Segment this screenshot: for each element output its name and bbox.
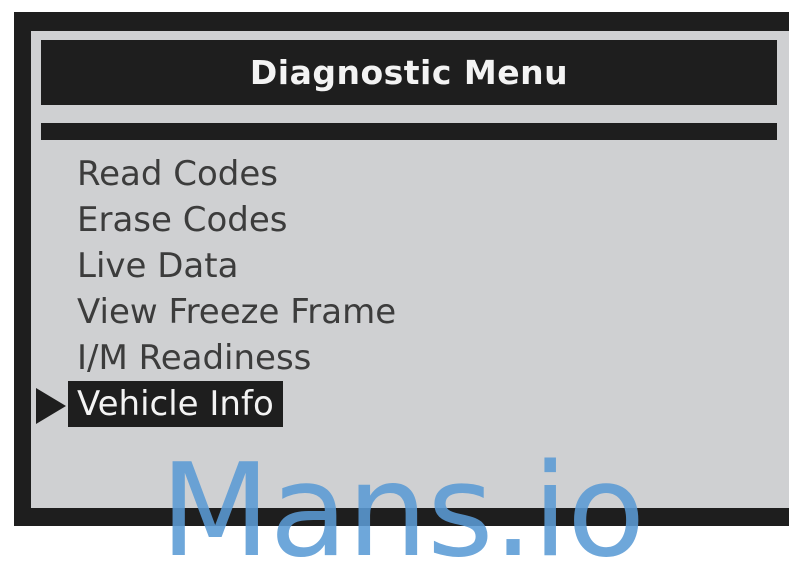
header-divider <box>41 123 777 140</box>
menu-item-view-freeze-frame[interactable]: View Freeze Frame <box>68 289 405 335</box>
menu-item-read-codes[interactable]: Read Codes <box>68 151 287 197</box>
title-bar: Diagnostic Menu <box>41 40 777 105</box>
page-title: Diagnostic Menu <box>249 53 569 92</box>
watermark: Mans.io <box>160 437 645 586</box>
diagnostic-menu: Read Codes Erase Codes Live Data View Fr… <box>68 151 405 427</box>
menu-item-live-data[interactable]: Live Data <box>68 243 247 289</box>
menu-item-vehicle-info[interactable]: Vehicle Info <box>68 381 283 427</box>
triangle-right-icon <box>36 388 66 424</box>
menu-item-erase-codes[interactable]: Erase Codes <box>68 197 297 243</box>
menu-item-im-readiness[interactable]: I/M Readiness <box>68 335 320 381</box>
